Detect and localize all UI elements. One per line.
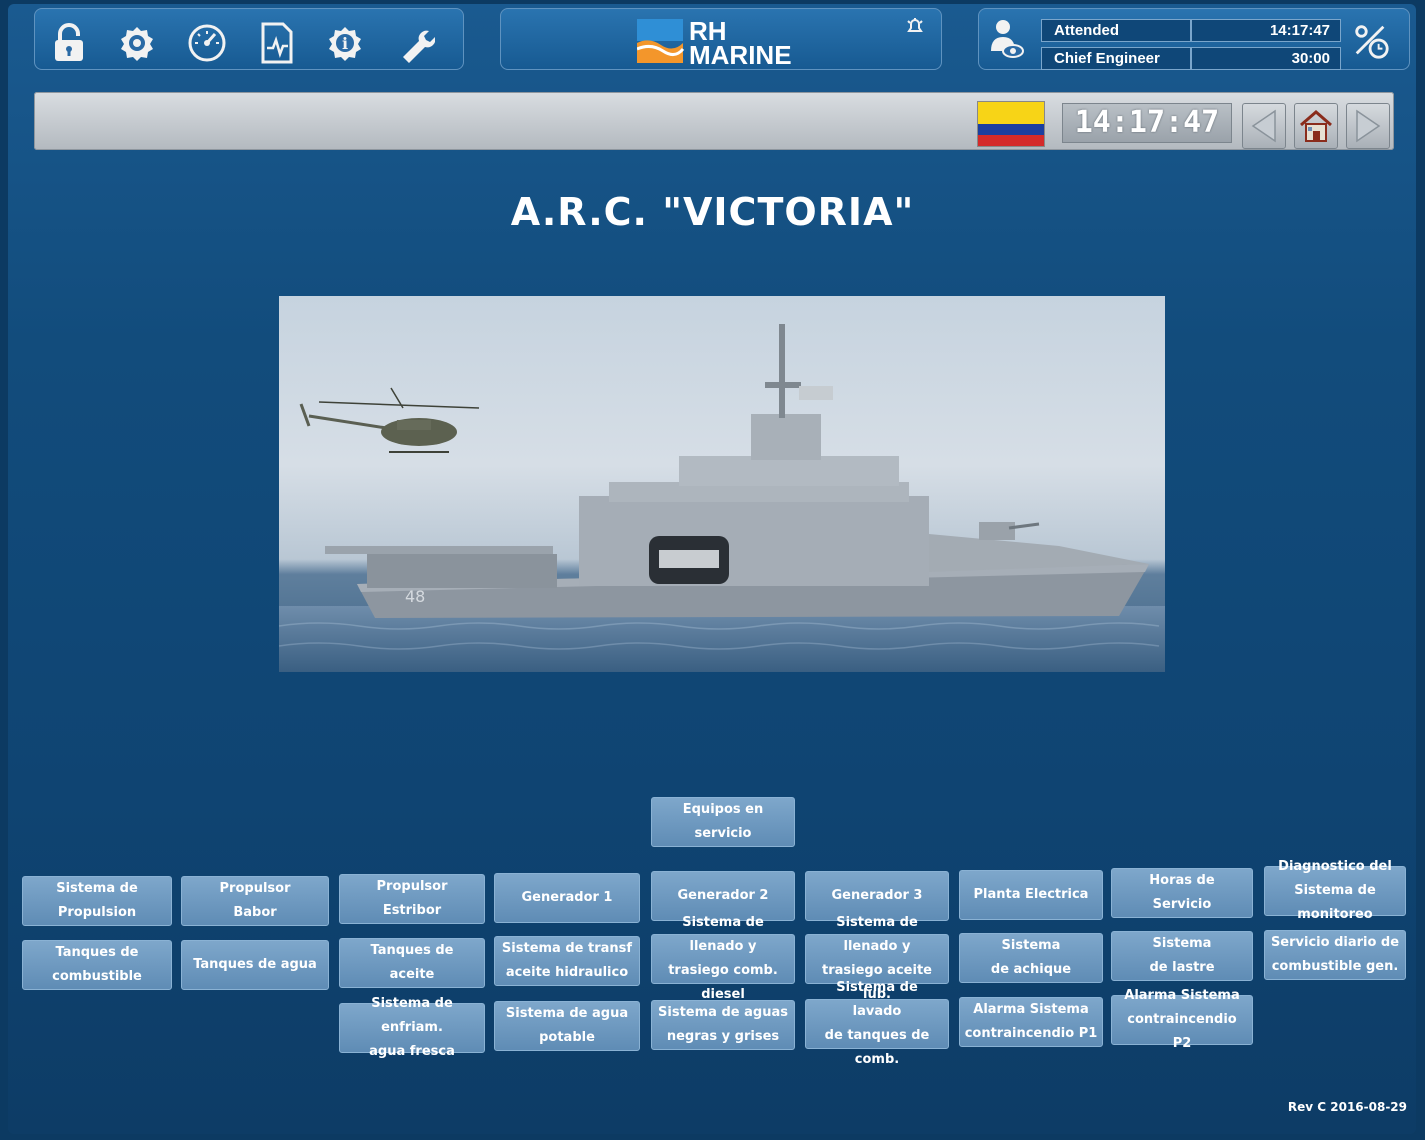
equipos-en-servicio-button[interactable]: Equipos en servicio — [651, 797, 795, 847]
prev-page-button[interactable] — [1242, 103, 1286, 149]
ship: 48 — [325, 324, 1149, 618]
menu-button-row1-4[interactable]: Generador 1 — [494, 873, 640, 923]
status-value-timer: 30:00 — [1191, 47, 1341, 70]
info-gear-icon[interactable]: i — [325, 23, 365, 63]
ship-illustration: 48 — [279, 324, 1165, 672]
svg-text:i: i — [342, 34, 348, 53]
wrench-icon[interactable] — [395, 23, 435, 63]
menu-button-row1-2[interactable]: Propulsor Babor — [181, 876, 329, 926]
menu-button-row1-1[interactable]: Sistema de Propulsion — [22, 876, 172, 926]
gauge-icon[interactable] — [187, 23, 227, 63]
menu-button-row1-9[interactable]: Diagnostico del Sistema de monitoreo — [1264, 859, 1406, 922]
status-panel: Attended 14:17:47 Chief Engineer 30:00 — [978, 8, 1410, 70]
home-icon — [1300, 110, 1332, 142]
menu-button-row2-8[interactable]: Sistema de lastre — [1111, 931, 1253, 981]
status-label-role: Chief Engineer — [1041, 47, 1191, 70]
navigation-bar: 14:17:47 — [34, 92, 1394, 150]
menu-button-row2-1[interactable]: Tanques de combustible — [22, 940, 172, 990]
menu-button-row2-4[interactable]: Sistema de transf aceite hidraulico — [494, 936, 640, 986]
menu-button-row1-7[interactable]: Planta Electrica — [959, 870, 1103, 920]
page-title: A.R.C. "VICTORIA" — [510, 190, 915, 234]
logo-panel: RH MARINE — [500, 8, 942, 70]
menu-button-row2-3[interactable]: Tanques de aceite — [339, 938, 485, 988]
menu-button-row3-4[interactable]: Sistema de lavado de tanques de comb. — [805, 980, 949, 1067]
home-button[interactable] — [1294, 103, 1338, 149]
menu-button-row1-8[interactable]: Horas de Servicio — [1111, 868, 1253, 918]
menu-button-row3-6[interactable]: Alarma Sistema contraincendio P2 — [1111, 988, 1253, 1051]
rh-marine-logo: RH MARINE — [637, 17, 813, 70]
status-label-attended: Attended — [1041, 19, 1191, 42]
menu-button-row3-3[interactable]: Sistema de aguas negras y grises — [651, 1000, 795, 1050]
trend-document-icon[interactable] — [257, 22, 297, 64]
menu-button-row2-5[interactable]: Sistema de llenado y trasiego comb. dies… — [651, 915, 795, 1002]
revision-label: Rev C 2016-08-29 — [1287, 1100, 1407, 1114]
nav-clock: 14:17:47 — [1062, 103, 1232, 143]
menu-button-row2-7[interactable]: Sistema de achique — [959, 933, 1103, 983]
menu-button-row2-9[interactable]: Servicio diario de combustible gen. — [1264, 930, 1406, 980]
ship-photo: 48 — [279, 296, 1165, 672]
arrow-right-icon — [1356, 109, 1381, 143]
top-toolbar: i — [34, 8, 464, 70]
lock-icon[interactable] — [49, 23, 89, 63]
arrow-left-icon — [1251, 109, 1276, 143]
menu-button-row1-3[interactable]: Propulsor Estribor — [339, 874, 485, 924]
alarm-bell-icon[interactable] — [903, 15, 927, 39]
menu-button-row2-2[interactable]: Tanques de agua — [181, 940, 329, 990]
next-page-button[interactable] — [1346, 103, 1390, 149]
hull-number: 48 — [405, 587, 425, 606]
colombia-flag — [978, 102, 1044, 146]
status-value-time: 14:17:47 — [1191, 19, 1341, 42]
logo-line2: MARINE — [689, 40, 792, 70]
menu-button-row3-2[interactable]: Sistema de agua potable — [494, 1001, 640, 1051]
percent-timer-icon[interactable] — [1351, 21, 1391, 61]
helicopter — [299, 387, 480, 453]
logo-mark-icon — [637, 19, 685, 63]
menu-button-row3-1[interactable]: Sistema de enfriam. agua fresca — [339, 996, 485, 1059]
menu-button-row3-5[interactable]: Alarma Sistema contraincendio P1 — [959, 997, 1103, 1047]
settings-gear-icon[interactable] — [117, 23, 157, 63]
user-watch-icon[interactable] — [987, 19, 1027, 59]
